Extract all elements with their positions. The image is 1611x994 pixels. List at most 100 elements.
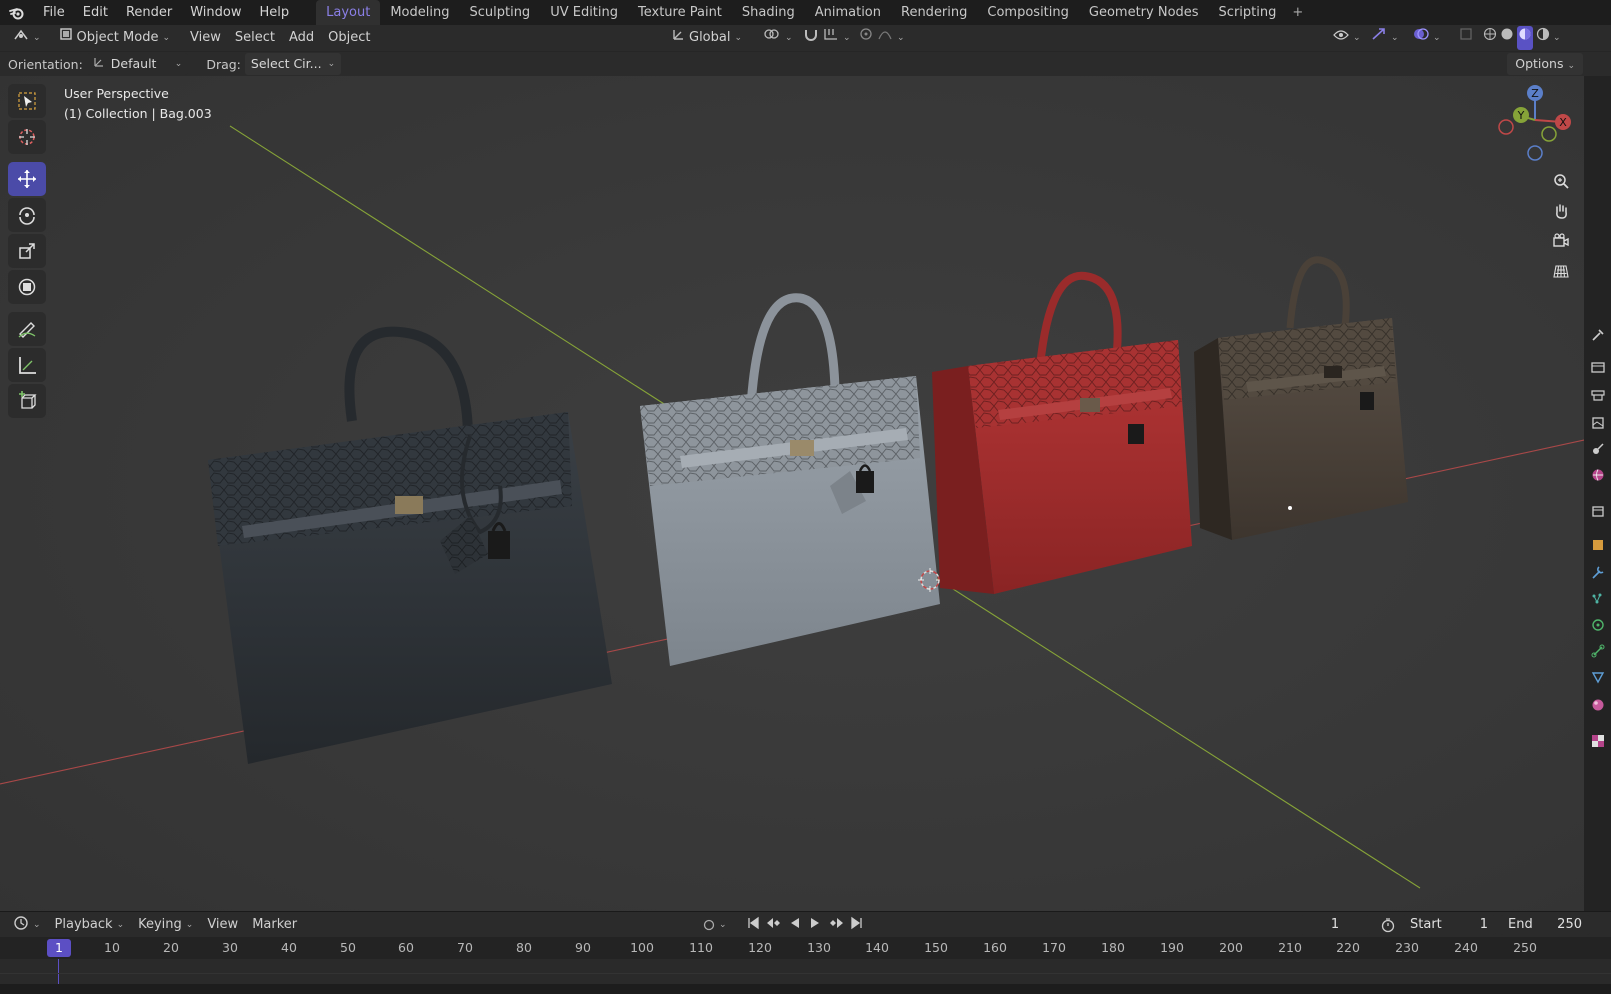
render-properties-icon[interactable] <box>1589 358 1607 376</box>
particles-properties-icon[interactable] <box>1589 590 1607 608</box>
zoom-button[interactable] <box>1548 168 1574 194</box>
drag-dropdown[interactable]: Select Cir... ⌄ <box>244 53 342 75</box>
camera-view-button[interactable] <box>1548 228 1574 254</box>
stopwatch-icon[interactable] <box>1380 917 1396 937</box>
menu-select[interactable]: Select <box>228 27 282 49</box>
view-layer-properties-icon[interactable] <box>1589 414 1607 432</box>
scale-tool[interactable] <box>8 234 46 268</box>
marker-menu[interactable]: Marker <box>245 917 304 932</box>
jump-to-start-icon[interactable] <box>746 916 760 934</box>
tab-compositing[interactable]: Compositing <box>977 0 1079 25</box>
world-properties-icon[interactable] <box>1589 466 1607 484</box>
jump-to-keyframe-forward-icon[interactable] <box>828 916 844 934</box>
menu-file[interactable]: File <box>34 0 74 25</box>
tab-rendering[interactable]: Rendering <box>891 0 977 25</box>
object-properties-icon[interactable] <box>1589 536 1607 554</box>
keying-label: Keying <box>138 917 182 932</box>
material-properties-icon[interactable] <box>1589 696 1607 714</box>
tab-layout[interactable]: Layout <box>316 0 381 25</box>
menu-object[interactable]: Object <box>321 27 377 49</box>
tab-uv-editing[interactable]: UV Editing <box>540 0 628 25</box>
tab-shading[interactable]: Shading <box>732 0 805 25</box>
auto-keying-toggle[interactable]: ⌄ <box>696 919 734 931</box>
annotate-tool[interactable] <box>8 312 46 346</box>
viewport-scene[interactable] <box>0 76 1584 911</box>
material-shading-icon[interactable] <box>1517 26 1533 50</box>
shading-mode-buttons[interactable]: ⌄ <box>1476 26 1568 50</box>
menu-view[interactable]: View <box>183 27 228 49</box>
chevron-down-icon: ⌄ <box>185 919 194 930</box>
add-workspace-button[interactable]: + <box>1286 0 1309 25</box>
output-properties-icon[interactable] <box>1589 386 1607 404</box>
tab-modeling[interactable]: Modeling <box>380 0 459 25</box>
proportional-editing-button[interactable]: ⌄ <box>852 27 912 49</box>
timeline-ruler[interactable]: 1 10 20 30 40 50 60 70 80 90 100 110 120… <box>0 937 1611 959</box>
timeline-view-menu[interactable]: View <box>200 917 245 932</box>
tab-geometry-nodes[interactable]: Geometry Nodes <box>1079 0 1209 25</box>
cursor-tool[interactable] <box>8 120 46 154</box>
select-box-tool[interactable] <box>8 84 46 118</box>
tab-sculpting[interactable]: Sculpting <box>459 0 540 25</box>
chevron-down-icon: ⌄ <box>897 33 905 43</box>
pivot-point-button[interactable]: ⌄ <box>756 27 800 49</box>
playback-menu[interactable]: Playback ⌄ <box>48 917 132 932</box>
collection-properties-icon[interactable] <box>1589 502 1607 520</box>
navigation-gizmo[interactable]: Z Y X <box>1478 84 1574 174</box>
jump-to-end-icon[interactable] <box>850 916 864 934</box>
tool-properties-icon[interactable] <box>1589 326 1607 344</box>
rotate-tool[interactable] <box>8 198 46 232</box>
menu-window[interactable]: Window <box>181 0 250 25</box>
timeline-editor-type-button[interactable]: ⌄ <box>6 915 48 935</box>
tab-scripting[interactable]: Scripting <box>1209 0 1287 25</box>
menu-help[interactable]: Help <box>251 0 299 25</box>
texture-properties-icon[interactable] <box>1589 732 1607 750</box>
wireframe-shading-icon[interactable] <box>1483 27 1497 49</box>
menu-render[interactable]: Render <box>117 0 181 25</box>
transform-orientation-dropdown[interactable]: Global ⌄ <box>664 27 749 49</box>
mode-selector[interactable]: Object Mode ⌄ <box>52 27 177 49</box>
current-frame-marker[interactable]: 1 <box>47 939 71 957</box>
keying-menu[interactable]: Keying ⌄ <box>131 917 200 932</box>
constraint-properties-icon[interactable] <box>1589 642 1607 660</box>
measure-tool[interactable] <box>8 348 46 382</box>
ruler-tick-label: 50 <box>340 940 356 955</box>
3d-viewport[interactable]: User Perspective (1) Collection | Bag.00… <box>0 76 1584 911</box>
menu-add[interactable]: Add <box>282 27 321 49</box>
editor-type-icon <box>13 27 29 49</box>
rotate-icon <box>19 207 35 225</box>
play-icon[interactable] <box>808 916 822 934</box>
current-frame-field[interactable]: 1 <box>1300 914 1370 935</box>
timeline-track-area[interactable] <box>0 959 1611 984</box>
orientation-dropdown[interactable]: Default ⌄ <box>86 53 189 75</box>
end-frame-field[interactable]: End 250 <box>1500 914 1590 935</box>
zoom-magnifier-icon <box>1554 174 1569 189</box>
options-dropdown[interactable]: Options ⌄ <box>1507 53 1583 75</box>
play-reverse-icon[interactable] <box>788 916 802 934</box>
overlays-button[interactable]: ⌄ <box>1406 27 1448 49</box>
transform-tool[interactable] <box>8 270 46 304</box>
data-properties-icon[interactable] <box>1589 668 1607 686</box>
blender-logo-icon[interactable] <box>0 0 34 25</box>
gizmos-button[interactable]: ⌄ <box>1364 27 1406 49</box>
physics-properties-icon[interactable] <box>1589 616 1607 634</box>
scene-properties-icon[interactable] <box>1589 440 1607 458</box>
pan-button[interactable] <box>1548 198 1574 224</box>
rendered-shading-icon[interactable] <box>1536 27 1550 49</box>
solid-shading-icon[interactable] <box>1500 27 1514 49</box>
end-label: End <box>1508 916 1533 932</box>
add-cube-tool[interactable] <box>8 384 46 418</box>
jump-to-keyframe-back-icon[interactable] <box>766 916 782 934</box>
modifier-properties-icon[interactable] <box>1589 564 1607 582</box>
visibility-button[interactable]: ⌄ <box>1326 27 1368 49</box>
menu-edit[interactable]: Edit <box>74 0 117 25</box>
start-frame-field[interactable]: Start 1 <box>1402 914 1496 935</box>
editor-type-button[interactable]: ⌄ <box>6 27 48 49</box>
move-tool[interactable] <box>8 162 46 196</box>
falloff-icon <box>877 27 893 49</box>
ruler-tick-label: 240 <box>1454 940 1478 955</box>
tab-animation[interactable]: Animation <box>805 0 891 25</box>
perspective-toggle-button[interactable] <box>1548 258 1574 284</box>
add-cube-icon <box>19 391 37 409</box>
snap-button[interactable]: ⌄ <box>796 27 858 49</box>
tab-texture-paint[interactable]: Texture Paint <box>628 0 732 25</box>
